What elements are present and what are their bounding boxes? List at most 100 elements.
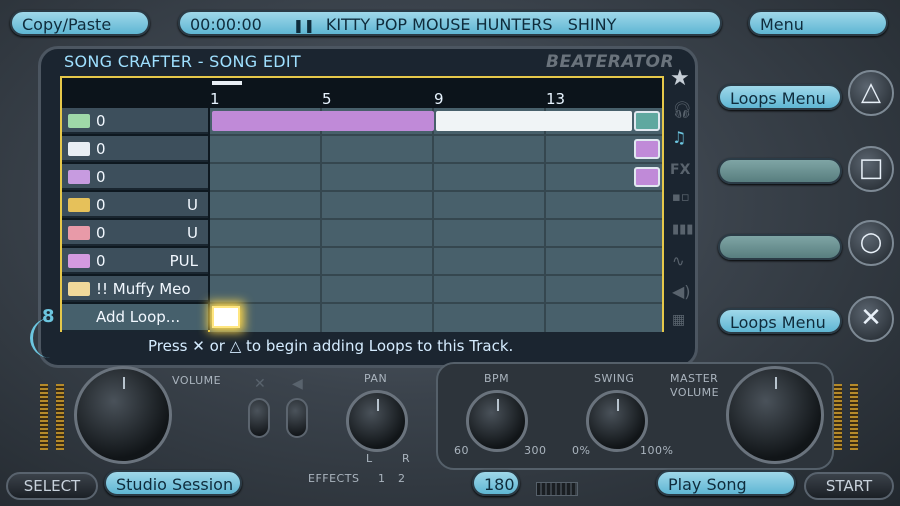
track-row-7[interactable]: !! Muffy Meo xyxy=(62,276,208,302)
bar-divider xyxy=(544,108,546,332)
play-song-button[interactable]: Play Song xyxy=(656,470,796,496)
track-row-1[interactable]: 0 xyxy=(62,108,208,134)
playhead[interactable] xyxy=(212,81,242,85)
circle-icon[interactable]: ○ xyxy=(848,220,894,266)
pan-label: PAN xyxy=(364,372,388,385)
pan-knob[interactable] xyxy=(346,390,408,452)
pan-left-label: L xyxy=(366,452,373,465)
left-level-meter xyxy=(40,384,48,450)
track-row-2[interactable]: 0 xyxy=(62,136,208,162)
keyboard-icon xyxy=(68,170,90,184)
keys-icon[interactable]: ▮▮▮ xyxy=(672,222,693,237)
grid-icon[interactable]: ▦ xyxy=(672,312,685,328)
song-grid: 1 5 9 13 0 0 0 0 U 0 U 0 PUL !! Muffy Me… xyxy=(60,76,664,332)
track-row-3[interactable]: 0 xyxy=(62,164,208,190)
add-loop-label: Add Loop... xyxy=(96,308,181,326)
page-title: SONG CRAFTER - SONG EDIT xyxy=(64,52,301,71)
bpm-label: BPM xyxy=(484,372,510,385)
song-info-bar: 00:00:00 ❚❚ KITTY POP MOUSE HUNTERS SHIN… xyxy=(178,10,722,36)
counter-arc xyxy=(30,318,52,358)
loop-block[interactable] xyxy=(212,111,434,131)
pan-right-label: R xyxy=(402,452,411,465)
track-name: 0 xyxy=(96,252,106,270)
mute-toggle[interactable] xyxy=(248,398,270,438)
track-row-4[interactable]: 0 U xyxy=(62,192,208,218)
drum-pattern-icon xyxy=(68,198,90,212)
bpm-max: 300 xyxy=(524,444,547,457)
track-row-5[interactable]: 0 U xyxy=(62,220,208,246)
cross-icon[interactable]: ✕ xyxy=(848,296,894,342)
effects-1[interactable]: 1 xyxy=(378,472,386,485)
bpm-knob[interactable] xyxy=(466,390,528,452)
loops-menu-bottom[interactable]: Loops Menu xyxy=(718,308,842,334)
speaker-small-icon: ◀ xyxy=(292,376,303,392)
start-button[interactable]: START xyxy=(804,472,894,500)
loop-end-marker[interactable] xyxy=(634,167,660,187)
loop-block[interactable] xyxy=(436,111,632,131)
track-name: !! Muffy Meo xyxy=(96,280,191,298)
bar-divider xyxy=(320,108,322,332)
swing-label: SWING xyxy=(594,372,635,385)
volume-label: VOLUME xyxy=(172,374,222,387)
left-level-meter xyxy=(56,384,64,450)
row-divider xyxy=(210,190,662,192)
song-title: KITTY POP MOUSE HUNTERS SHINY xyxy=(325,15,617,34)
connector-slot xyxy=(536,482,578,496)
menu-button[interactable]: Menu xyxy=(748,10,888,36)
empty-slot[interactable] xyxy=(718,234,842,260)
effects-label: EFFECTS xyxy=(308,472,360,485)
speaker-icon[interactable]: ◀) xyxy=(672,282,691,301)
fx-icon[interactable]: FX xyxy=(670,162,690,178)
master-volume-label: VOLUME xyxy=(670,386,720,399)
ruler-label: 1 xyxy=(210,90,220,108)
add-loop-row[interactable]: Add Loop... xyxy=(62,304,208,332)
track-suffix: U xyxy=(187,224,198,242)
empty-slot[interactable] xyxy=(718,158,842,184)
pattern-icon[interactable]: ▪▫ xyxy=(672,190,690,205)
square-icon[interactable]: □ xyxy=(848,146,894,192)
row-divider xyxy=(210,302,662,304)
star-icon[interactable]: ★ xyxy=(670,66,690,91)
volume-knob[interactable] xyxy=(74,366,172,464)
wave-icon[interactable]: ∿ xyxy=(672,252,685,270)
right-level-meter xyxy=(850,384,858,450)
row-divider xyxy=(210,218,662,220)
track-name: 0 xyxy=(96,224,106,242)
keyboard-icon xyxy=(68,282,90,296)
swing-max: 100% xyxy=(640,444,674,457)
drum-pattern-icon xyxy=(68,226,90,240)
track-name: 0 xyxy=(96,140,106,158)
bpm-value[interactable]: 180 xyxy=(472,470,520,496)
mute-icon: ✕ xyxy=(254,376,266,392)
master-label: MASTER xyxy=(670,372,719,385)
track-row-6[interactable]: 0 PUL xyxy=(62,248,208,274)
brand-logo: BEATERATOR xyxy=(546,52,675,72)
master-volume-knob[interactable] xyxy=(726,366,824,464)
studio-session-button[interactable]: Studio Session xyxy=(104,470,242,496)
notes-icon[interactable]: ♫ xyxy=(672,128,686,147)
row-divider xyxy=(210,134,662,136)
copy-paste-button[interactable]: Copy/Paste xyxy=(10,10,150,36)
cursor-cell[interactable] xyxy=(212,306,240,328)
select-button[interactable]: SELECT xyxy=(6,472,98,500)
hint-text: Press ✕ or △ to begin adding Loops to th… xyxy=(148,337,514,355)
track-name: 0 xyxy=(96,112,106,130)
ruler-label: 5 xyxy=(322,90,332,108)
loops-menu-top[interactable]: Loops Menu xyxy=(718,84,842,110)
timeline[interactable] xyxy=(210,108,662,332)
triangle-icon[interactable]: △ xyxy=(848,70,894,116)
right-level-meter xyxy=(834,384,842,450)
ruler-label: 9 xyxy=(434,90,444,108)
keyboard-icon xyxy=(68,114,90,128)
bar-divider xyxy=(432,108,434,332)
track-name: 0 xyxy=(96,196,106,214)
effects-2[interactable]: 2 xyxy=(398,472,406,485)
time-display: 00:00:00 xyxy=(190,15,262,34)
bpm-min: 60 xyxy=(454,444,469,457)
loop-end-marker[interactable] xyxy=(634,139,660,159)
loop-end-marker[interactable] xyxy=(634,111,660,131)
track-name: 0 xyxy=(96,168,106,186)
headphones-icon[interactable]: 🎧︎ xyxy=(672,100,692,119)
swing-knob[interactable] xyxy=(586,390,648,452)
solo-toggle[interactable] xyxy=(286,398,308,438)
